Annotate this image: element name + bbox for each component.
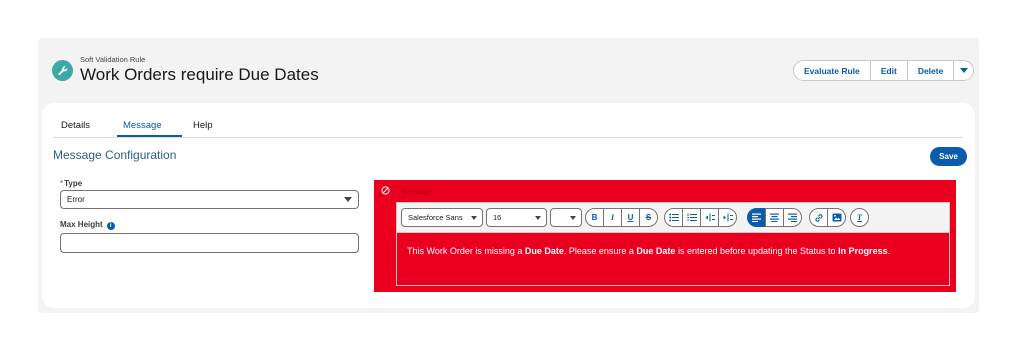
message-panel: Message Salesforce Sans 16 B I U S T Thi… (374, 180, 956, 292)
align-right-button[interactable] (783, 208, 802, 227)
delete-button[interactable]: Delete (906, 60, 955, 81)
edit-button[interactable]: Edit (869, 60, 908, 81)
font-size-select[interactable]: 16 (486, 208, 547, 227)
editor-toolbar: Salesforce Sans 16 B I U S T (397, 203, 949, 233)
strikethrough-button[interactable]: S (639, 208, 658, 227)
outdent-button[interactable] (700, 208, 719, 227)
evaluate-rule-button[interactable]: Evaluate Rule (793, 60, 871, 81)
font-family-value: Salesforce Sans (408, 213, 463, 222)
max-height-label-text: Max Height (60, 220, 103, 229)
outdent-icon (705, 213, 715, 222)
chevron-down-icon (471, 216, 477, 220)
image-icon (832, 213, 841, 222)
clear-formatting-button[interactable]: T (850, 208, 869, 227)
insert-image-button[interactable] (827, 208, 846, 227)
record-type-label: Soft Validation Rule (80, 55, 146, 64)
more-actions-button[interactable] (953, 60, 975, 81)
save-button[interactable]: Save (930, 147, 967, 166)
tab-message[interactable]: Message (123, 120, 162, 131)
required-marker: * (60, 179, 64, 188)
bold-icon: B (591, 213, 598, 222)
type-select[interactable]: Error (60, 190, 359, 209)
chevron-down-icon (535, 216, 541, 220)
message-bold-text: Due Date (636, 246, 676, 256)
message-text: is entered before updating the Status to (675, 246, 839, 256)
italic-button[interactable]: I (603, 208, 622, 227)
header-actions: Evaluate Rule Edit Delete (793, 60, 975, 81)
underline-button[interactable]: U (621, 208, 640, 227)
underline-icon: U (627, 213, 634, 222)
info-icon[interactable]: i (106, 222, 115, 230)
list-group (664, 208, 737, 227)
ban-icon (381, 186, 390, 195)
bold-button[interactable]: B (585, 208, 604, 227)
max-height-input[interactable] (60, 233, 359, 253)
tab-details[interactable]: Details (61, 120, 90, 131)
italic-icon: I (610, 213, 615, 222)
clear-formatting-icon: T (857, 213, 862, 222)
active-tab-indicator (117, 135, 182, 137)
insert-group (809, 208, 846, 227)
chevron-down-icon (959, 67, 968, 73)
record-page: Soft Validation Rule Work Orders require… (38, 38, 979, 313)
clear-group: T (850, 208, 869, 227)
page-title: Work Orders require Due Dates (80, 65, 319, 84)
rich-text-editor: Salesforce Sans 16 B I U S T This Work O… (396, 202, 950, 286)
message-bold-text: Due Date (524, 246, 564, 256)
indent-icon (723, 213, 733, 222)
align-left-icon (752, 213, 761, 222)
content-card: Details Message Help Message Configurati… (42, 103, 975, 308)
message-text: . Please ensure a (563, 246, 637, 256)
align-group (747, 208, 802, 227)
message-text: This Work Order is missing a (407, 246, 525, 256)
numbered-list-button[interactable] (682, 208, 701, 227)
text-color-select[interactable] (550, 208, 582, 227)
bulleted-list-icon (668, 213, 679, 222)
type-select-value: Error (67, 195, 85, 204)
tab-help[interactable]: Help (193, 120, 213, 131)
wrench-icon (52, 60, 73, 81)
font-size-value: 16 (493, 213, 502, 222)
type-label-text: Type (64, 179, 83, 188)
chevron-down-icon (344, 197, 352, 202)
insert-link-button[interactable] (809, 208, 828, 227)
chevron-down-icon (570, 216, 576, 220)
message-text: . (887, 246, 891, 256)
tab-bar: Details Message Help (53, 116, 963, 138)
message-bold-text: In Progress (838, 246, 888, 256)
message-body[interactable]: This Work Order is missing a Due Date. P… (407, 244, 937, 259)
page-header: Soft Validation Rule Work Orders require… (38, 38, 979, 102)
bulleted-list-button[interactable] (664, 208, 683, 227)
format-group: B I U S (585, 208, 658, 227)
max-height-label: Max Height i (60, 220, 115, 230)
link-icon (814, 213, 823, 222)
font-family-select[interactable]: Salesforce Sans (401, 208, 483, 227)
numbered-list-icon (686, 213, 697, 221)
indent-button[interactable] (718, 208, 737, 227)
strikethrough-icon: S (645, 213, 652, 222)
align-right-icon (788, 213, 797, 222)
align-left-button[interactable] (747, 208, 766, 227)
section-title: Message Configuration (53, 148, 177, 162)
type-label: *Type (60, 179, 82, 188)
align-center-icon (770, 213, 779, 222)
message-label: Message (402, 189, 431, 196)
align-center-button[interactable] (765, 208, 784, 227)
